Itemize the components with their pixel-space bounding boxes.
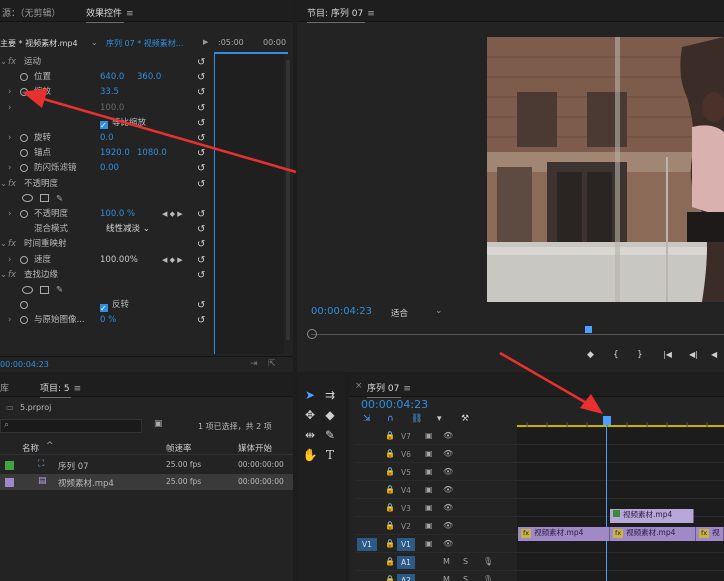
fx-badge: fx [521,529,532,538]
annotation-arrows [22,88,603,414]
clip-label: 视频素材.mp4 [534,528,584,537]
clip-label: 视 [712,528,720,537]
clip-thumb-icon [613,510,620,517]
clip-label: 视频素材.mp4 [626,528,676,537]
clip-v1[interactable]: fx 视频素材.mp4 [610,527,696,541]
clip-label: 视频素材.mp4 [623,510,673,519]
fx-badge: fx [699,529,710,538]
fx-badge: fx [613,529,624,538]
clip-v2[interactable]: 视频素材.mp4 [610,509,694,523]
clip-v1[interactable]: fx 视频素材.mp4 [518,527,610,541]
clip-v1[interactable]: fx 视 [696,527,724,541]
